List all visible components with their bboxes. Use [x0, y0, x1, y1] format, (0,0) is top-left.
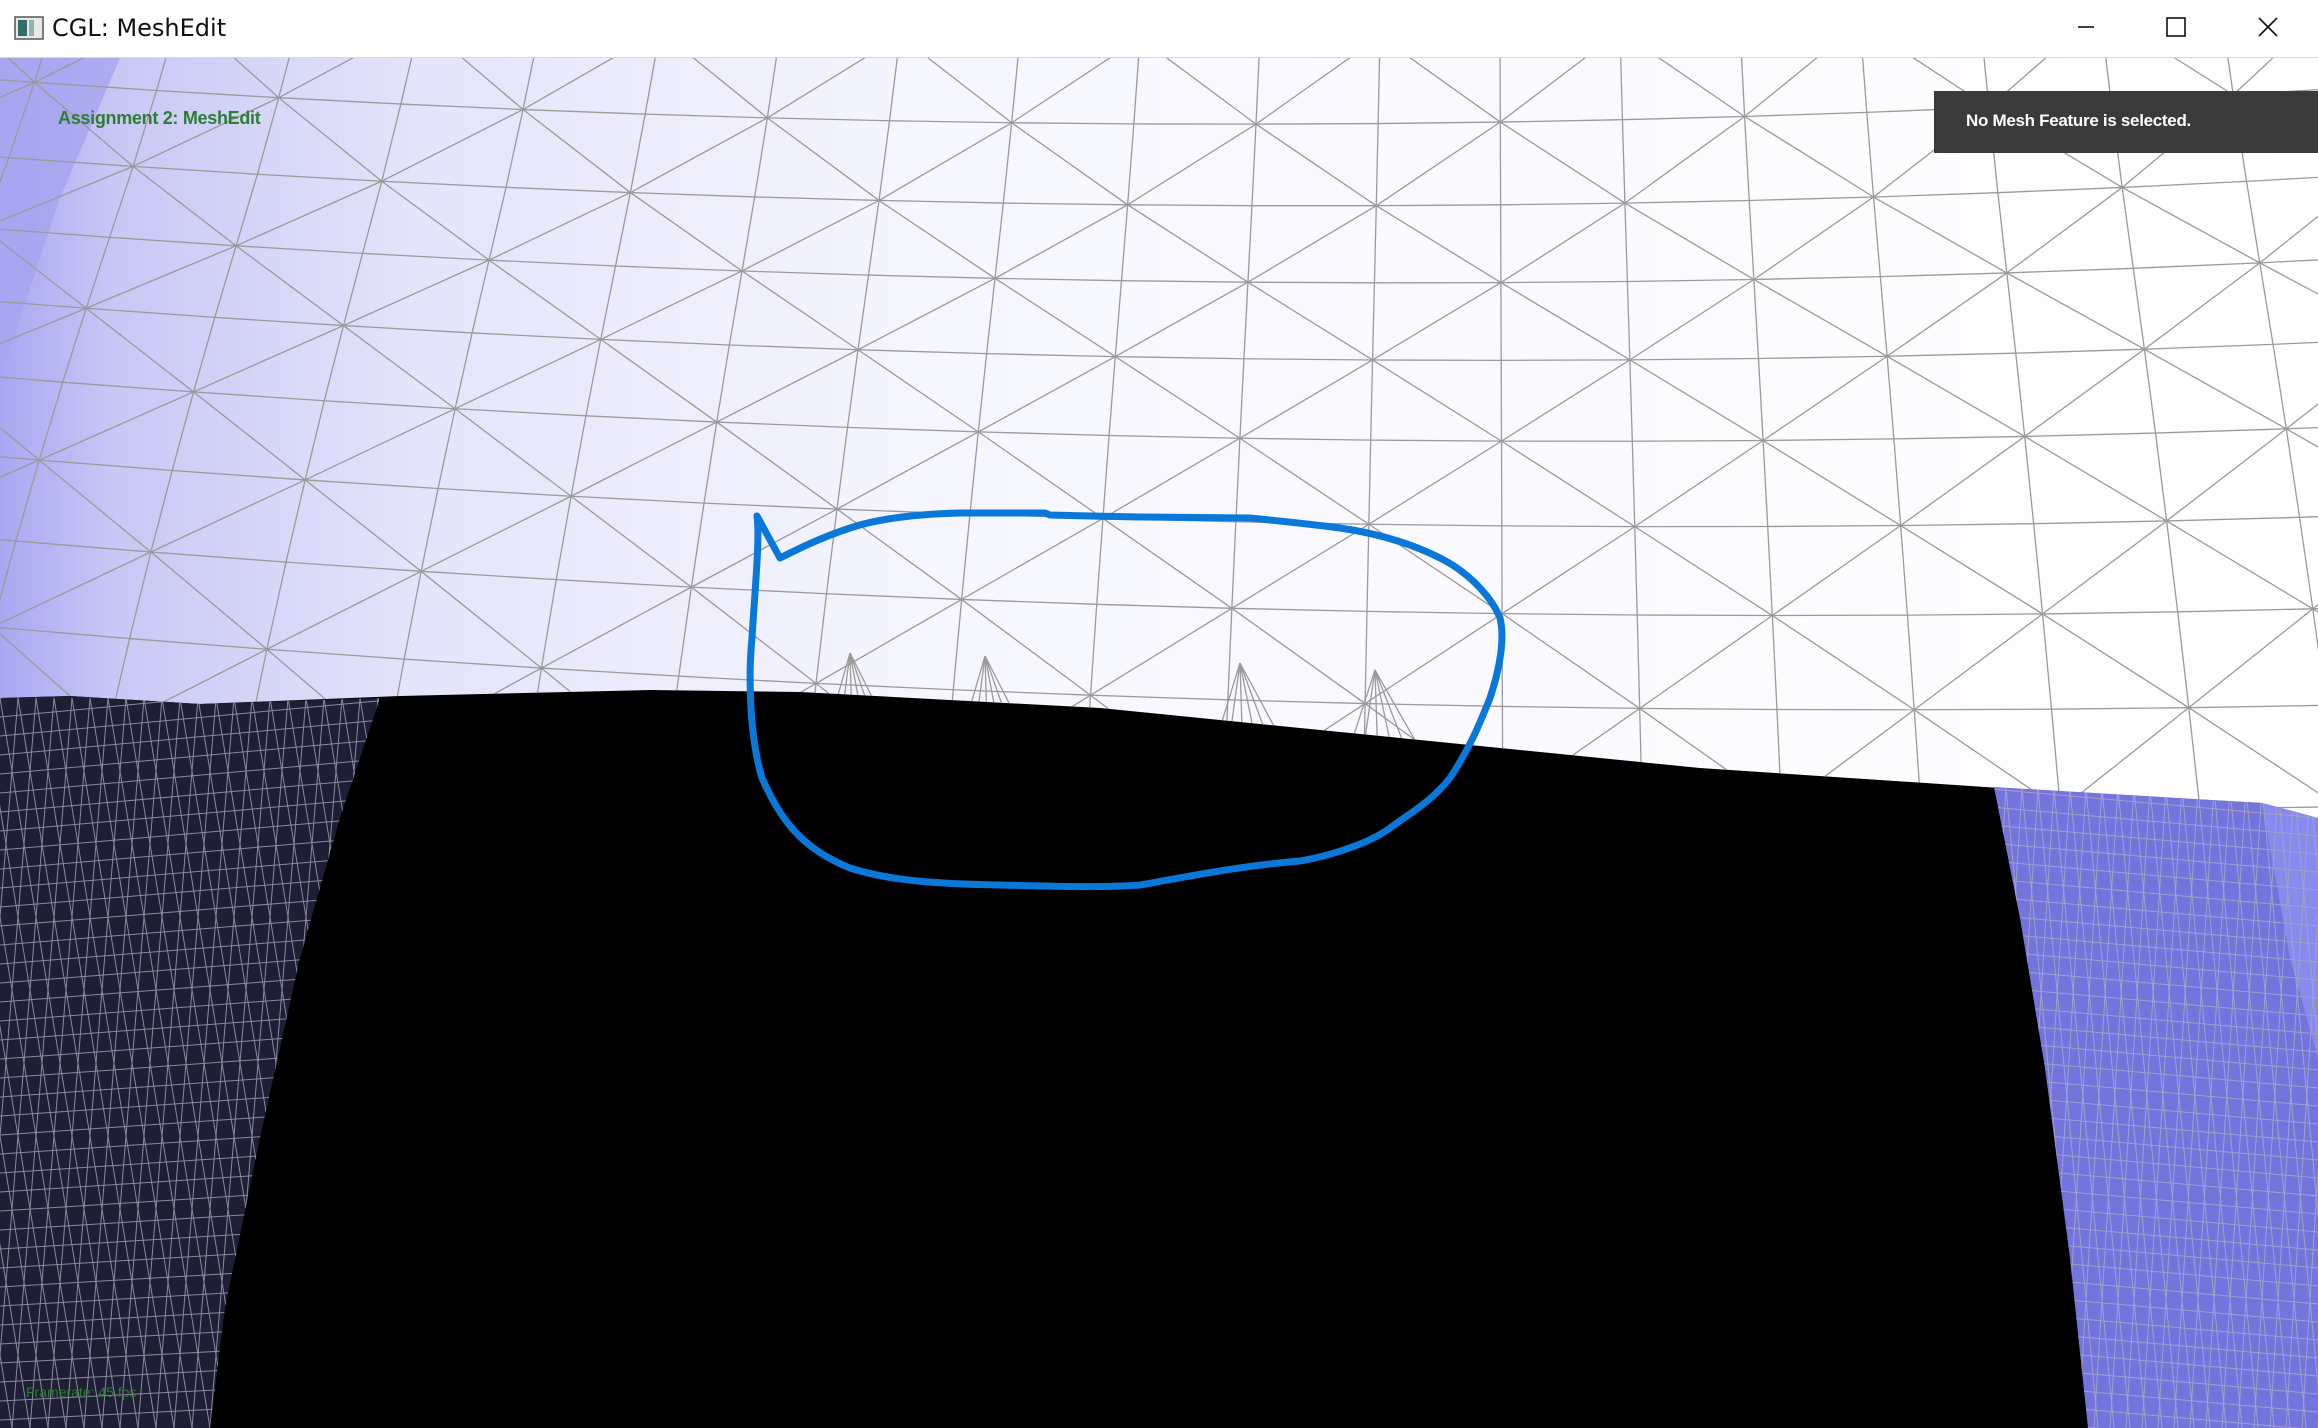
selection-status-text: No Mesh Feature is selected.: [1966, 111, 2191, 130]
window-titlebar[interactable]: CGL: MeshEdit: [0, 0, 2318, 58]
framerate-readout: Framerate: 45 fps: [26, 1384, 137, 1400]
mesh-render[interactable]: [0, 58, 2318, 1428]
window-title: CGL: MeshEdit: [52, 14, 227, 42]
app-window-icon: [14, 16, 44, 40]
maximize-icon: [2165, 16, 2187, 42]
close-icon: [2257, 16, 2279, 42]
close-button[interactable]: [2222, 0, 2314, 58]
maximize-button[interactable]: [2130, 0, 2222, 58]
minimize-icon: [2076, 17, 2096, 41]
minimize-button[interactable]: [2040, 0, 2132, 58]
hud-assignment-title: Assignment 2: MeshEdit: [58, 108, 261, 128]
selection-status-panel: No Mesh Feature is selected.: [1934, 91, 2318, 153]
mesh-viewport[interactable]: Assignment 2: MeshEdit No Mesh Feature i…: [0, 58, 2318, 1428]
